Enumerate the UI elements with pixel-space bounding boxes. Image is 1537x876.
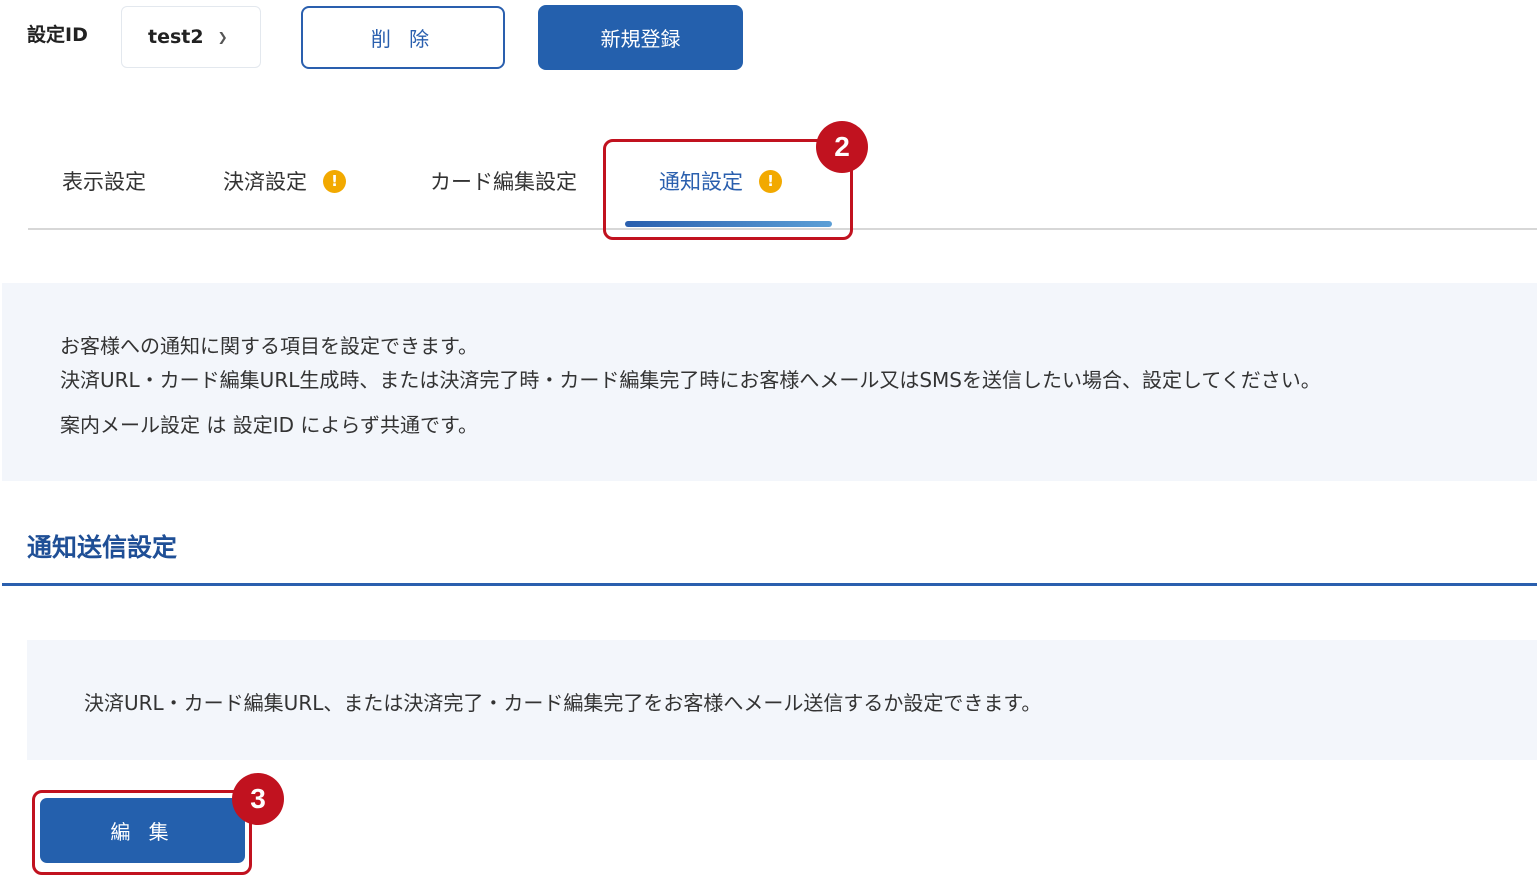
new-register-button[interactable]: 新規登録 bbox=[538, 5, 743, 70]
delete-button[interactable]: 削 除 bbox=[301, 6, 505, 69]
info-line: 決済URL・カード編集URL生成時、または決済完了時・カード編集完了時にお客様へ… bbox=[60, 368, 1321, 392]
info-line: 案内メール設定 は 設定ID によらず共通です。 bbox=[60, 413, 478, 437]
step-marker-3: 3 bbox=[232, 773, 284, 825]
chevron-down-icon: ❯ bbox=[217, 30, 228, 44]
tab-payment-settings[interactable]: 決済設定 ! bbox=[223, 166, 346, 196]
tab-label: 決済設定 bbox=[223, 170, 307, 194]
setting-id-label: 設定ID bbox=[27, 24, 88, 46]
setting-id-select[interactable]: test2 ❯ bbox=[121, 6, 261, 68]
section-title: 通知送信設定 bbox=[27, 533, 178, 562]
tab-highlight-box bbox=[603, 139, 853, 240]
section-description: 決済URL・カード編集URL、または決済完了・カード編集完了をお客様へメール送信… bbox=[84, 691, 1042, 715]
tab-display-settings[interactable]: 表示設定 bbox=[62, 166, 146, 196]
edit-button[interactable]: 編 集 bbox=[40, 798, 245, 863]
tab-label: カード編集設定 bbox=[430, 170, 577, 194]
section-divider bbox=[2, 583, 1537, 586]
warning-icon: ! bbox=[323, 169, 346, 193]
setting-id-value: test2 bbox=[148, 26, 204, 48]
tab-label: 表示設定 bbox=[62, 170, 146, 194]
info-line: お客様への通知に関する項目を設定できます。 bbox=[60, 334, 478, 358]
step-marker-2: 2 bbox=[816, 121, 868, 173]
tab-card-edit-settings[interactable]: カード編集設定 bbox=[430, 166, 577, 196]
